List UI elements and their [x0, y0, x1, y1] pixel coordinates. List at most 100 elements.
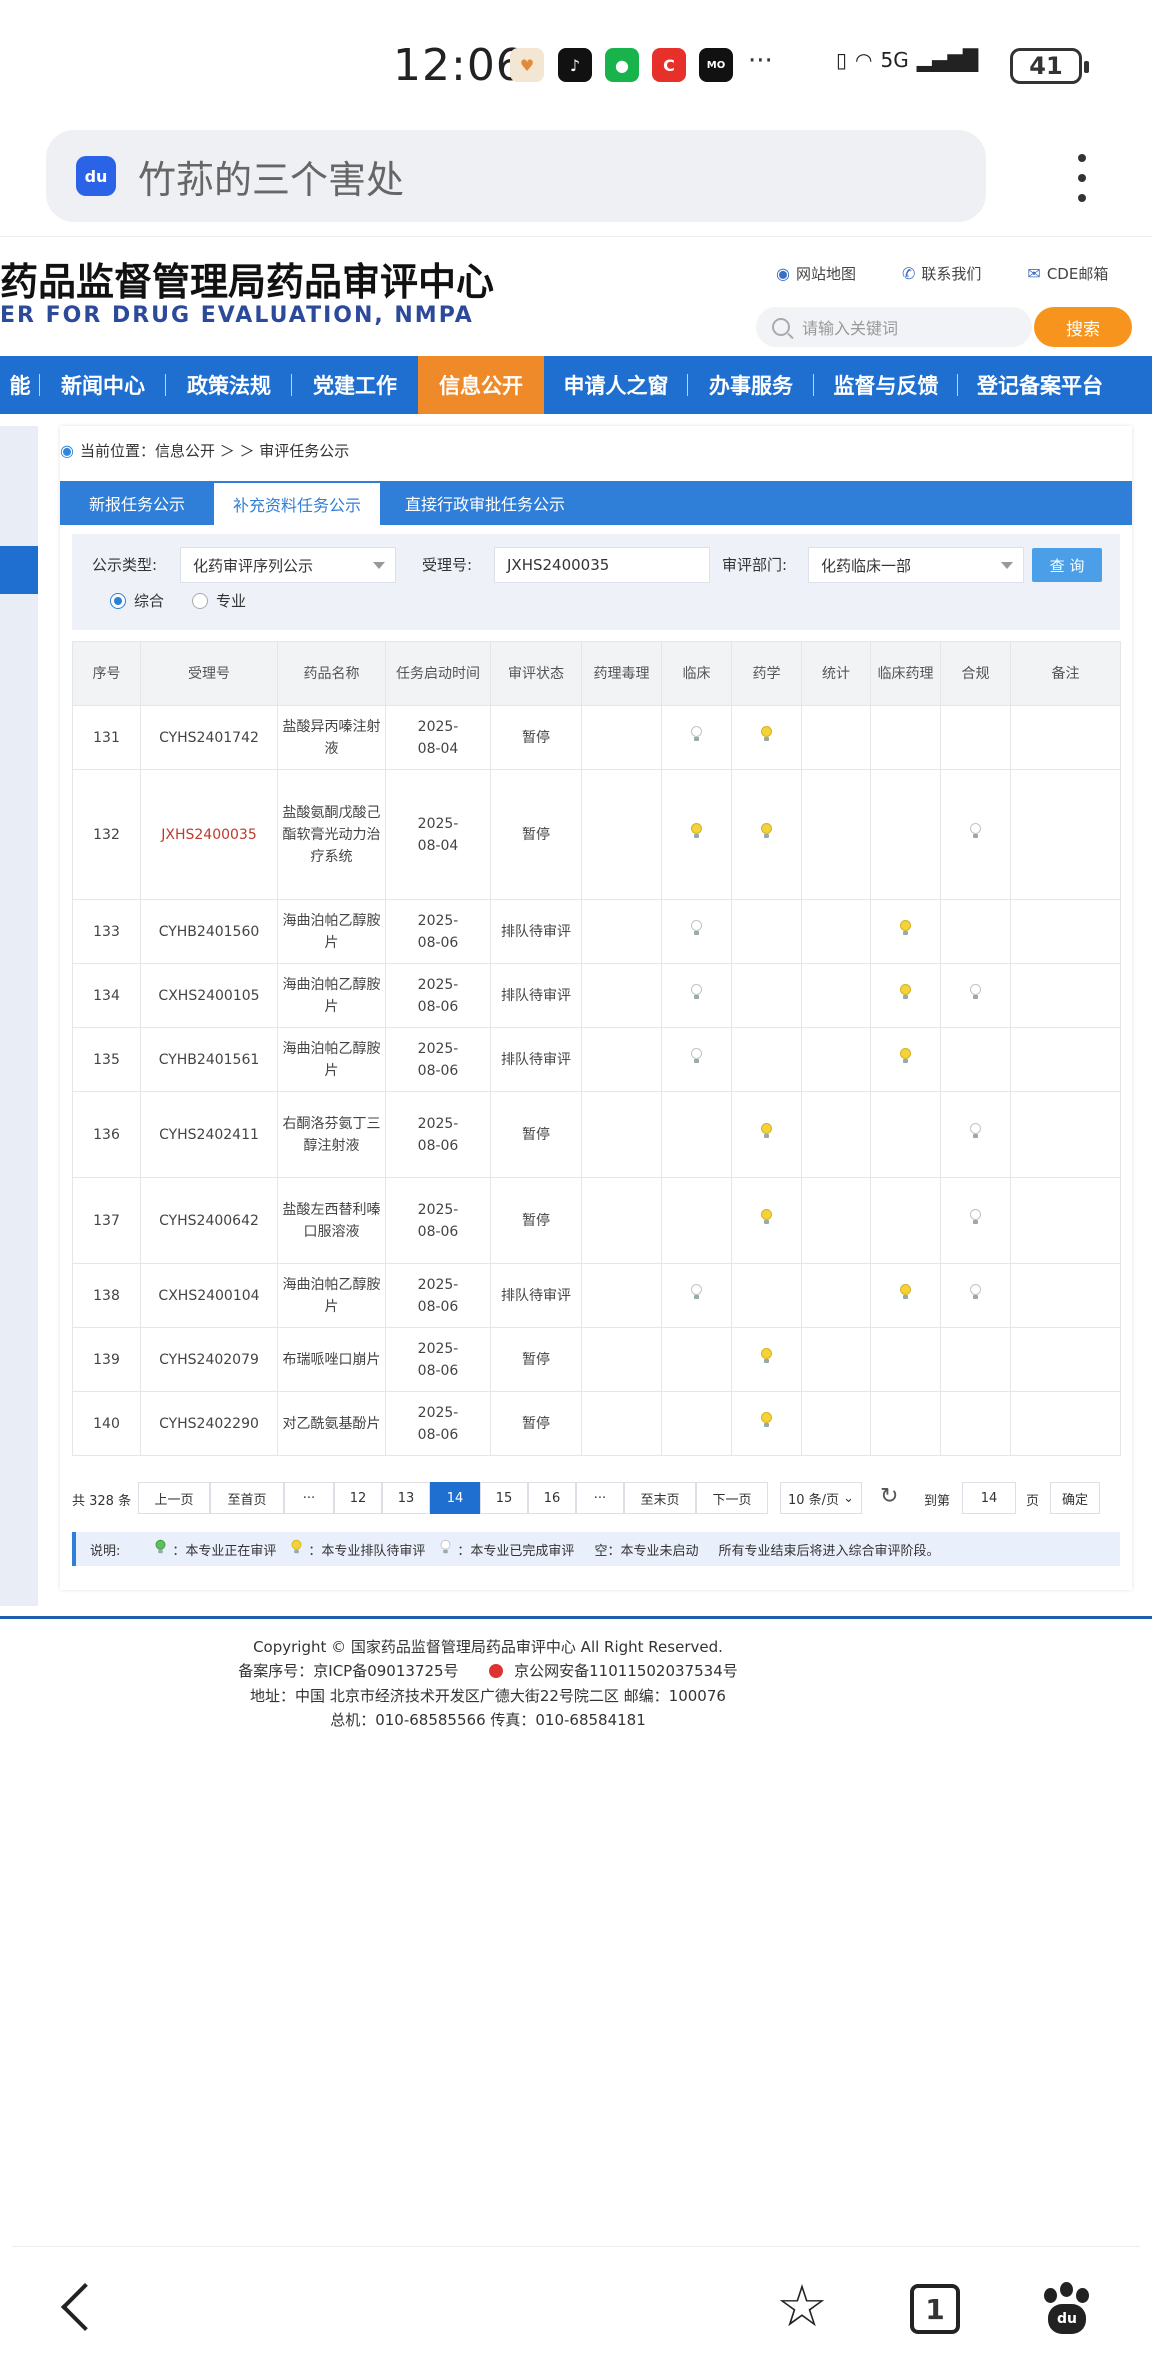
row-accept-no[interactable]: CYHS2400642 — [140, 1177, 278, 1264]
row-accept-no[interactable]: CYHS2402411 — [140, 1091, 278, 1178]
row-specialty-cell — [661, 769, 732, 900]
radio-comprehensive[interactable]: 综合 — [110, 590, 164, 611]
row-specialty-cell — [801, 1177, 871, 1264]
row-accept-no[interactable]: CYHB2401561 — [140, 1027, 278, 1092]
goto-page-input[interactable]: 14 — [962, 1482, 1016, 1514]
nav-item-services[interactable]: 办事服务 — [688, 356, 814, 414]
page-13[interactable]: 13 — [382, 1482, 430, 1514]
white-bulb-icon — [691, 984, 702, 1000]
row-accept-no[interactable]: JXHS2400035 — [140, 769, 278, 900]
footer-divider — [0, 1616, 1152, 1619]
nav-item-applicant[interactable]: 申请人之窗 — [544, 356, 688, 414]
row-status: 排队待审评 — [490, 963, 582, 1028]
prev-page-button[interactable]: 上一页 — [138, 1482, 210, 1514]
page-15[interactable]: 15 — [480, 1482, 528, 1514]
pager-total: 共 328 条 — [72, 1494, 132, 1509]
row-accept-no[interactable]: CYHS2401742 — [140, 705, 278, 770]
sitemap-link[interactable]: ◉ 网站地图 — [776, 263, 856, 284]
wifi-icon: ◠ — [855, 48, 873, 72]
type-select[interactable]: 化药审评序列公示 — [180, 547, 396, 583]
white-bulb-icon — [970, 823, 981, 839]
more-menu-icon[interactable] — [1070, 150, 1094, 206]
tab-supplement-tasks[interactable]: 补充资料任务公示 — [214, 481, 380, 525]
baidu-logo-icon: du — [76, 156, 116, 196]
table-row: 139 CYHS2402079 布瑞哌唑口崩片 2025-08-06 暂停 — [72, 1327, 1121, 1392]
dept-select[interactable]: 化药临床一部 — [808, 547, 1024, 583]
tab-new-tasks[interactable]: 新报任务公示 — [60, 481, 214, 525]
row-specialty-cell — [581, 899, 662, 964]
page-12[interactable]: 12 — [334, 1482, 382, 1514]
site-search-button[interactable]: 搜索 — [1034, 307, 1132, 347]
row-start-date: 2025-08-06 — [385, 1391, 491, 1456]
nav-item-info-public[interactable]: 信息公开 — [418, 356, 544, 414]
radio-dot-checked — [110, 592, 126, 609]
footer-police-text[interactable]: 京公网安备11011502037534号 — [514, 1662, 738, 1680]
accept-no-input[interactable]: JXHS2400035 — [494, 547, 710, 583]
bookmark-star-icon[interactable]: ☆ — [776, 2276, 828, 2336]
row-status: 暂停 — [490, 1091, 582, 1178]
row-specialty-cell — [870, 705, 941, 770]
row-start-date: 2025-08-06 — [385, 1327, 491, 1392]
row-accept-no[interactable]: CXHS2400105 — [140, 963, 278, 1028]
row-specialty-cell — [1010, 1391, 1121, 1456]
page-14-current[interactable]: 14 — [430, 1482, 480, 1514]
pager-ellipsis[interactable]: ··· — [284, 1482, 334, 1514]
site-search-input[interactable]: 请输入关键词 — [756, 307, 1032, 347]
status-bar: 12:06 ♥ ♪ ● C MO ··· ▯ ◠ 5G ▂▄▆█ 41 — [0, 0, 1152, 130]
row-specialty-cell — [940, 1177, 1011, 1264]
query-button[interactable]: 查 询 — [1032, 548, 1102, 582]
row-specialty-cell — [581, 769, 662, 900]
table-row: 131 CYHS2401742 盐酸异丙嗪注射液 2025-08-04 暂停 — [72, 705, 1121, 770]
row-drug-name: 盐酸异丙嗪注射液 — [277, 705, 386, 770]
contact-link[interactable]: ✆ 联系我们 — [902, 263, 981, 284]
row-specialty-cell — [801, 1027, 871, 1092]
browser-search-bar[interactable]: du 竹荪的三个害处 — [46, 130, 986, 222]
row-accept-no[interactable]: CXHS2400104 — [140, 1263, 278, 1328]
row-specialty-cell — [870, 1327, 941, 1392]
row-specialty-cell — [1010, 769, 1121, 900]
nav-item-policy[interactable]: 政策法规 — [166, 356, 292, 414]
next-page-button[interactable]: 下一页 — [696, 1482, 768, 1514]
baidu-paw-icon[interactable]: du — [1040, 2282, 1094, 2336]
page-16[interactable]: 16 — [528, 1482, 576, 1514]
pager-ellipsis-2[interactable]: ··· — [576, 1482, 624, 1514]
nav-item-registration[interactable]: 登记备案平台 — [958, 356, 1122, 414]
radio-professional[interactable]: 专业 — [192, 590, 246, 611]
refresh-icon[interactable]: ↻ — [880, 1484, 898, 1509]
row-specialty-cell — [581, 1027, 662, 1092]
tab-direct-approval-tasks[interactable]: 直接行政审批任务公示 — [380, 481, 590, 525]
first-page-button[interactable]: 至首页 — [210, 1482, 284, 1514]
sidebar-active-tab[interactable] — [0, 546, 38, 594]
row-specialty-cell — [870, 1263, 941, 1328]
white-bulb-icon — [970, 1209, 981, 1225]
row-specialty-cell — [1010, 963, 1121, 1028]
nav-item-feedback[interactable]: 监督与反馈 — [814, 356, 958, 414]
chevron-down-icon — [373, 562, 385, 569]
last-page-button[interactable]: 至末页 — [624, 1482, 696, 1514]
row-drug-name: 海曲泊帕乙醇胺片 — [277, 963, 386, 1028]
nav-item-party[interactable]: 党建工作 — [292, 356, 418, 414]
legend-done: ：本专业已完成审评 — [457, 1543, 575, 1559]
nav-item-news[interactable]: 新闻中心 — [40, 356, 166, 414]
per-page-select[interactable]: 10 条/页 ⌄ — [780, 1482, 862, 1514]
row-status: 排队待审评 — [490, 1263, 582, 1328]
row-accept-no[interactable]: CYHS2402079 — [140, 1327, 278, 1392]
row-specialty-cell — [661, 899, 732, 964]
email-link[interactable]: ✉ CDE邮箱 — [1027, 263, 1108, 284]
col-compliance: 合规 — [940, 641, 1011, 706]
row-specialty-cell — [870, 769, 941, 900]
confirm-goto-button[interactable]: 确定 — [1050, 1482, 1100, 1514]
row-status: 排队待审评 — [490, 899, 582, 964]
row-specialty-cell — [1010, 1027, 1121, 1092]
row-accept-no[interactable]: CYHS2402290 — [140, 1391, 278, 1456]
row-specialty-cell — [870, 1391, 941, 1456]
tabs-button[interactable]: 1 — [910, 2284, 960, 2334]
row-accept-no[interactable]: CYHB2401560 — [140, 899, 278, 964]
search-query[interactable]: 竹荪的三个害处 — [138, 149, 404, 204]
white-bulb-icon — [691, 1284, 702, 1300]
row-specialty-cell — [1010, 1177, 1121, 1264]
footer-icp-text[interactable]: 备案序号：京ICP备09013725号 — [238, 1662, 458, 1680]
nav-item-partial[interactable]: 能 — [0, 356, 40, 414]
row-specialty-cell — [581, 963, 662, 1028]
back-icon[interactable] — [60, 2282, 92, 2338]
